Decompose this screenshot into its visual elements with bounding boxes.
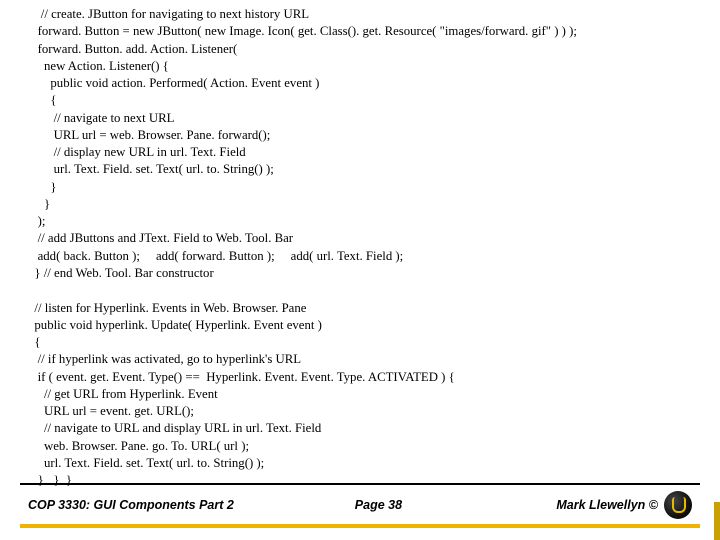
- ucf-logo-icon: [664, 491, 692, 519]
- code-line: // create. JButton for navigating to nex…: [28, 7, 309, 21]
- footer-bar: COP 3330: GUI Components Part 2 Page 38 …: [20, 483, 700, 528]
- code-line: if ( event. get. Event. Type() == Hyperl…: [28, 370, 455, 384]
- code-line: url. Text. Field. set. Text( url. to. St…: [28, 162, 274, 176]
- code-line: add( back. Button ); add( forward. Butto…: [28, 249, 403, 263]
- code-line: {: [28, 335, 41, 349]
- code-line: web. Browser. Pane. go. To. URL( url );: [28, 439, 249, 453]
- code-line: } // end Web. Tool. Bar constructor: [28, 266, 214, 280]
- code-line: forward. Button = new JButton( new Image…: [28, 24, 577, 38]
- code-line: // add JButtons and JText. Field to Web.…: [28, 231, 293, 245]
- slide: // create. JButton for navigating to nex…: [0, 0, 720, 540]
- code-line: // display new URL in url. Text. Field: [28, 145, 246, 159]
- code-line: // navigate to URL and display URL in ur…: [28, 421, 321, 435]
- code-line: // get URL from Hyperlink. Event: [28, 387, 218, 401]
- code-line: {: [28, 93, 57, 107]
- footer-page: Page 38: [286, 498, 470, 512]
- code-line: URL url = web. Browser. Pane. forward();: [28, 128, 270, 142]
- code-line: // if hyperlink was activated, go to hyp…: [28, 352, 301, 366]
- code-line: // navigate to next URL: [28, 111, 174, 125]
- code-line: [28, 283, 31, 297]
- code-line: }: [28, 197, 50, 211]
- footer-author: Mark Llewellyn ©: [556, 498, 658, 512]
- code-line: );: [28, 214, 45, 228]
- code-block: // create. JButton for navigating to nex…: [28, 6, 700, 489]
- code-line: public void action. Performed( Action. E…: [28, 76, 319, 90]
- code-line: }: [28, 180, 57, 194]
- decor-stripe: [714, 502, 720, 540]
- code-line: forward. Button. add. Action. Listener(: [28, 42, 237, 56]
- code-line: // listen for Hyperlink. Events in Web. …: [28, 301, 306, 315]
- code-line: new Action. Listener() {: [28, 59, 169, 73]
- code-line: url. Text. Field. set. Text( url. to. St…: [28, 456, 264, 470]
- code-line: URL url = event. get. URL();: [28, 404, 194, 418]
- footer-course: COP 3330: GUI Components Part 2: [28, 498, 286, 512]
- code-line: public void hyperlink. Update( Hyperlink…: [28, 318, 322, 332]
